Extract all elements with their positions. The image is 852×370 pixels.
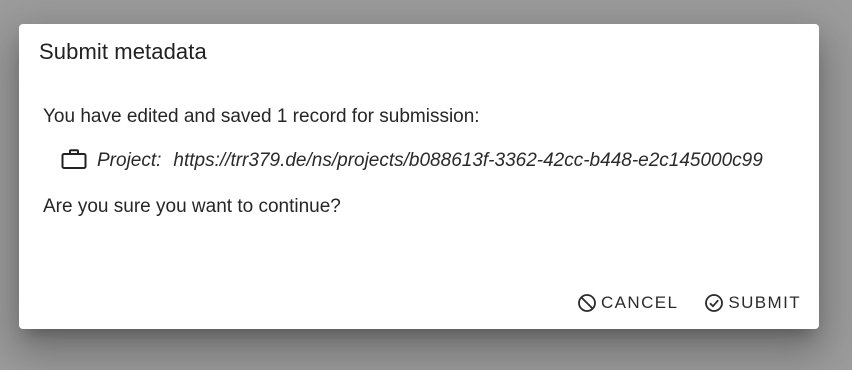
cancel-button-label: CANCEL [601,293,679,312]
submit-button[interactable]: SUBMIT [704,293,801,313]
briefcase-icon [61,149,87,169]
dialog-content: You have edited and saved 1 record for s… [43,102,799,241]
check-circle-icon [705,294,724,312]
dialog-actions: CANCEL SUBMIT [577,293,801,313]
record-url: https://trr379.de/ns/projects/b088613f-3… [173,150,763,171]
confirmation-question: Are you sure you want to continue? [43,196,341,217]
cancel-circle-icon [578,294,596,312]
cancel-button[interactable]: CANCEL [577,293,678,313]
submit-metadata-dialog: Submit metadata You have edited and save… [19,24,819,329]
record-item: Project: https://trr379.de/ns/projects/b0… [43,146,799,176]
dialog-intro-text: You have edited and saved 1 record for s… [43,106,480,127]
dialog-title: Submit metadata [39,39,207,64]
submit-button-label: SUBMIT [728,293,801,312]
record-type-label: Project: [97,150,162,171]
